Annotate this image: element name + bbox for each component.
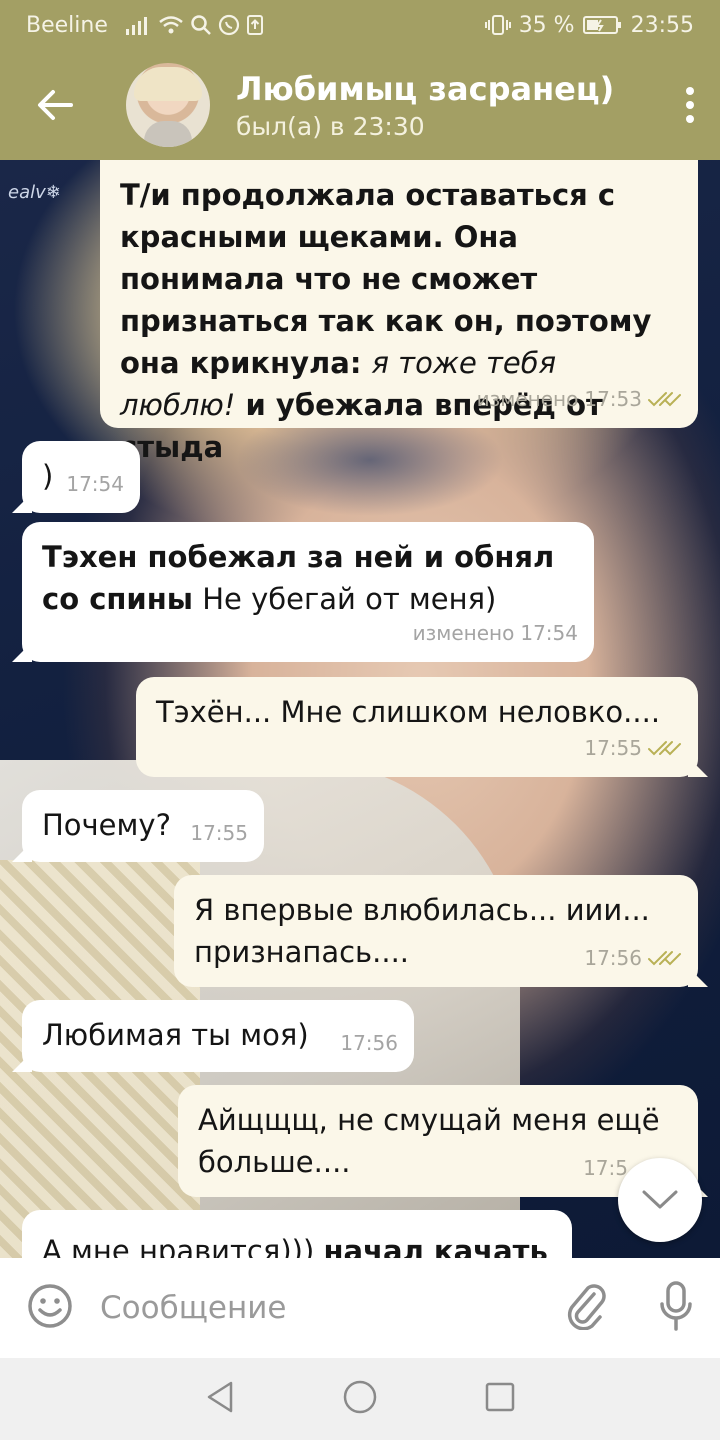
microphone-icon	[660, 1281, 692, 1331]
message-text: Тэхён... Мне слишком неловко....	[156, 695, 661, 729]
message-meta: 17:55	[584, 727, 682, 769]
whatsapp-icon	[218, 14, 239, 36]
search-icon	[191, 15, 211, 35]
contact-name: Любимыц засранец)	[236, 69, 615, 108]
contact-info[interactable]: Любимыц засранец) был(а) в 23:30	[236, 70, 614, 141]
message-time: 17:55	[584, 736, 642, 760]
edited-label: изменено	[412, 621, 515, 645]
vibrate-icon	[484, 15, 511, 35]
nav-home-button[interactable]	[342, 1379, 378, 1419]
edited-label: изменено	[476, 387, 579, 411]
battery-charging-icon	[582, 16, 621, 34]
message-meta: изменено 17:54	[413, 612, 578, 654]
message-outgoing[interactable]: Тэхён... Мне слишком неловко.... 17:55	[136, 677, 698, 777]
message-text-bold: начал качать	[323, 1234, 548, 1258]
message-composer: Сообщение	[0, 1258, 720, 1358]
emoji-button[interactable]	[26, 1282, 74, 1334]
clock: 23:55	[630, 12, 694, 38]
smile-icon	[28, 1284, 72, 1328]
message-incoming[interactable]: Тэхен побежал за ней и обнял со спины Не…	[22, 522, 594, 662]
wallpaper-watermark: ealv❄	[8, 182, 61, 203]
scroll-to-bottom-button[interactable]	[618, 1158, 702, 1242]
message-time: 17:53	[584, 387, 642, 411]
message-text: )	[42, 459, 54, 493]
message-incoming[interactable]: Почему? 17:55	[22, 790, 264, 862]
double-check-icon	[648, 951, 681, 966]
message-text: Любимая ты моя)	[42, 1018, 309, 1052]
signal-icon	[125, 17, 147, 35]
double-check-icon	[648, 392, 681, 407]
wifi-icon	[159, 16, 183, 34]
vertical-dots-icon	[686, 87, 694, 95]
upload-icon	[246, 15, 263, 35]
nav-recents-button[interactable]	[484, 1381, 516, 1417]
message-incoming[interactable]: Любимая ты моя) 17:56	[22, 1000, 414, 1072]
message-meta: 17:56	[584, 937, 682, 979]
message-outgoing[interactable]: Я впервые влюбилась... иии... признапась…	[174, 875, 698, 987]
chat-area[interactable]: ealv❄ Т/и продолжала оставаться с красны…	[0, 160, 720, 1258]
paperclip-icon	[567, 1284, 606, 1331]
message-input[interactable]: Сообщение	[100, 1290, 286, 1326]
message-time: 17:54	[520, 621, 578, 645]
message-time: 17:56	[340, 1031, 398, 1055]
chat-header: Любимыц засранец) был(а) в 23:30	[0, 50, 720, 160]
back-button[interactable]	[0, 50, 110, 160]
nav-back-button[interactable]	[204, 1380, 236, 1418]
system-nav-bar	[0, 1358, 720, 1440]
message-outgoing[interactable]: Т/и продолжала оставаться с красными щек…	[100, 160, 698, 464]
triangle-back-icon	[207, 1381, 233, 1413]
message-incoming[interactable]: ) 17:54	[22, 441, 140, 513]
message-incoming[interactable]: А мне нравится))) начал качать	[22, 1210, 572, 1258]
status-bar: Beeline 35 % 23:55	[0, 0, 720, 50]
voice-button[interactable]	[658, 1280, 694, 1336]
carrier-name: Beeline	[26, 12, 108, 38]
square-recents-icon	[485, 1382, 515, 1412]
arrow-left-icon	[38, 90, 73, 120]
message-text: Не убегай от меня)	[193, 582, 497, 616]
message-time: 17:56	[584, 946, 642, 970]
message-time: 17:54	[66, 472, 124, 496]
message-time: 17:55	[190, 821, 248, 845]
last-seen: был(а) в 23:30	[236, 111, 425, 141]
double-check-icon	[648, 741, 681, 756]
message-text: А мне нравится)))	[42, 1234, 324, 1258]
circle-home-icon	[343, 1380, 377, 1414]
chevron-down-icon	[642, 1190, 678, 1209]
message-outgoing[interactable]: Айщщщ, не смущай меня ещё больше.... 17:…	[178, 1085, 698, 1197]
battery-percent: 35 %	[518, 12, 575, 38]
more-menu-button[interactable]	[660, 50, 720, 160]
message-text: Я впервые влюбилась... иии... признапась…	[194, 893, 650, 969]
avatar[interactable]	[126, 63, 210, 147]
message-meta: изменено 17:53	[477, 378, 682, 420]
attach-button[interactable]	[564, 1282, 608, 1334]
message-text: Почему?	[42, 808, 171, 842]
